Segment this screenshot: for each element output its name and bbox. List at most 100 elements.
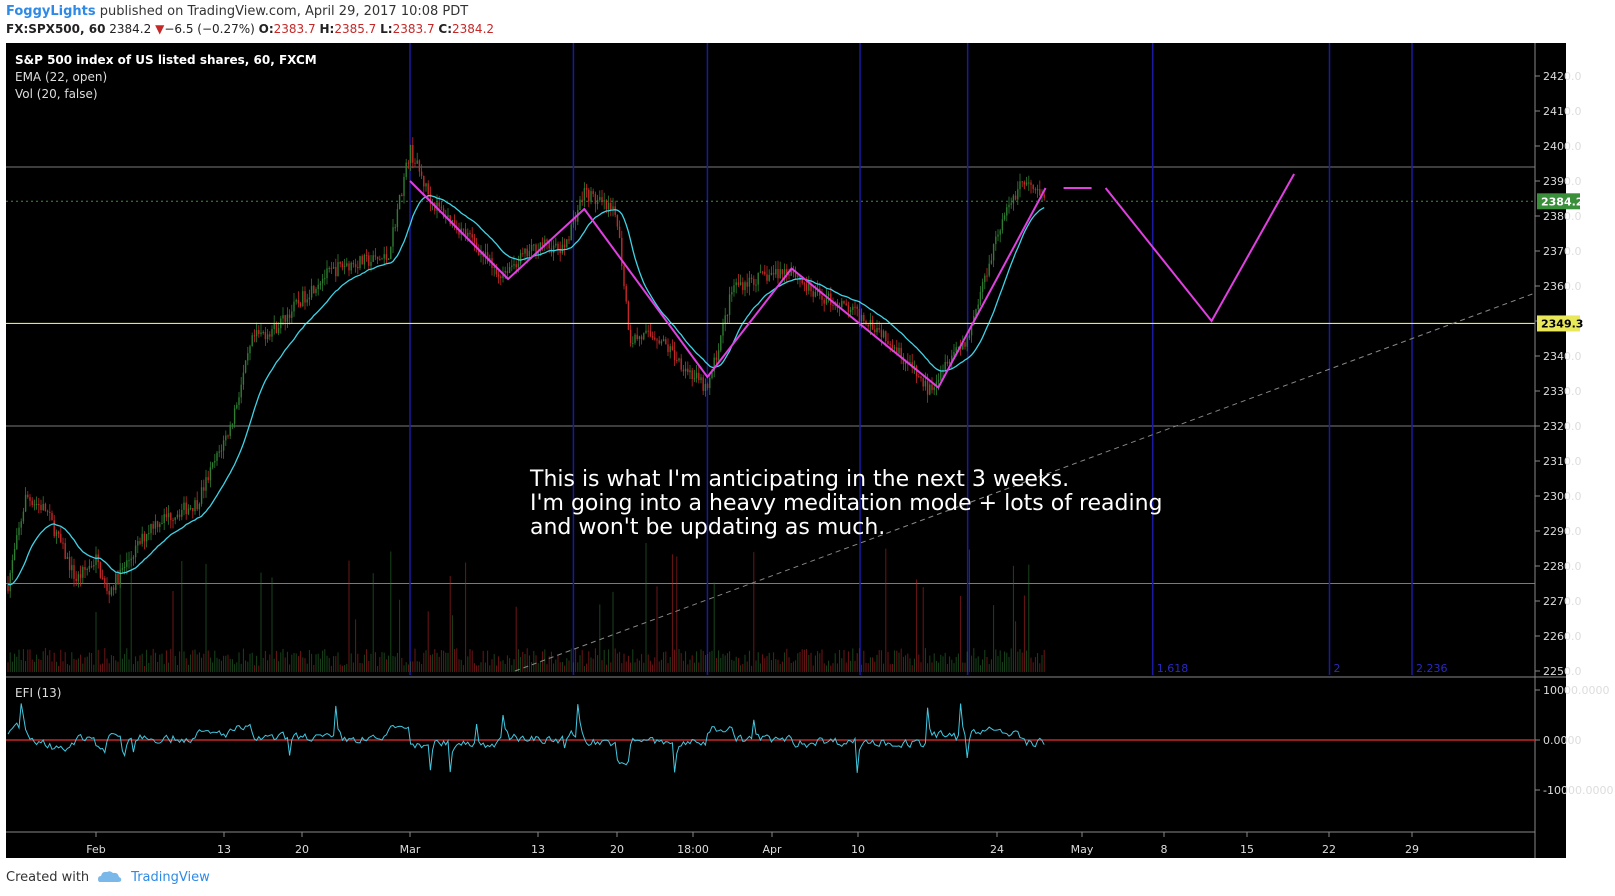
candle-body xyxy=(240,384,242,398)
candle-body xyxy=(667,344,669,353)
candle-body xyxy=(313,285,315,294)
candle-body xyxy=(929,384,931,395)
candle-body xyxy=(823,299,825,304)
candle-body xyxy=(742,282,744,291)
candle-body xyxy=(18,527,20,536)
time-tick-label: 18:00 xyxy=(677,843,709,856)
candle-body xyxy=(876,328,878,333)
candle-body xyxy=(519,253,522,264)
candle-body xyxy=(145,533,148,542)
price-tick-label: 2420.0 xyxy=(1543,70,1582,83)
efi-legend[interactable]: EFI (13) xyxy=(15,686,61,700)
chart-canvas[interactable]: 1.618 2 2.236 2420.0 2410.0 2400.0 2390.0 2380… xyxy=(0,0,1615,896)
candle-body xyxy=(73,565,75,579)
candle-body xyxy=(599,197,601,200)
candle-body xyxy=(500,276,502,279)
tradingview-link[interactable]: TradingView xyxy=(131,870,210,885)
candle-body xyxy=(53,520,55,537)
candle-body xyxy=(403,176,405,197)
candle-body xyxy=(682,369,685,372)
candle-body xyxy=(71,565,73,571)
candle-body xyxy=(788,273,790,276)
candle-body xyxy=(728,294,731,315)
candle-body xyxy=(119,569,121,585)
candle-body xyxy=(508,267,511,274)
candle-body xyxy=(108,590,110,595)
candle-body xyxy=(266,334,269,340)
candle-body xyxy=(150,523,152,534)
candle-body xyxy=(986,275,988,277)
candle-body xyxy=(671,346,674,351)
candle-body xyxy=(288,314,291,318)
candle-body xyxy=(841,301,843,308)
candle-body xyxy=(315,289,317,294)
candle-body xyxy=(167,513,170,518)
candle-body xyxy=(156,521,159,528)
candle-body xyxy=(645,330,647,333)
candle-body xyxy=(401,194,403,197)
candle-body xyxy=(425,183,427,187)
annotation-line-3: and won't be updating as much. xyxy=(530,515,885,540)
candle-body xyxy=(29,497,31,501)
candle-body xyxy=(843,301,845,304)
candle-body xyxy=(420,171,423,176)
candle-body xyxy=(225,435,227,441)
candle-body xyxy=(772,272,775,275)
candle-body xyxy=(981,282,984,292)
candle-body xyxy=(722,323,724,336)
candle-body xyxy=(731,292,733,295)
candle-body xyxy=(247,353,249,361)
candle-body xyxy=(990,260,993,264)
candle-body xyxy=(1017,189,1019,200)
candle-body xyxy=(999,230,1001,235)
candle-body xyxy=(689,370,691,373)
candle-body xyxy=(236,404,238,409)
price-tick-label: 2270.0 xyxy=(1543,595,1582,608)
candle-body xyxy=(385,254,388,260)
vol-legend[interactable]: Vol (20, false) xyxy=(15,87,98,101)
candle-body xyxy=(343,265,346,268)
candle-body xyxy=(394,227,396,229)
candle-body xyxy=(196,500,198,510)
candle-body xyxy=(440,206,443,209)
price-tick-label: 2300.0 xyxy=(1543,490,1582,503)
candle-body xyxy=(123,566,126,569)
created-with-text: Created with xyxy=(6,869,90,885)
candle-body xyxy=(557,243,559,250)
candle-body xyxy=(93,565,95,567)
candle-body xyxy=(392,227,394,247)
candle-body xyxy=(75,578,77,582)
candle-body xyxy=(66,556,69,559)
candle-body xyxy=(275,323,278,334)
candle-body xyxy=(299,303,302,307)
candle-body xyxy=(882,331,885,338)
candle-body xyxy=(130,558,132,561)
candle-body xyxy=(99,562,102,578)
candle-body xyxy=(27,494,29,498)
candle-body xyxy=(86,568,88,570)
ema-legend[interactable]: EMA (22, open) xyxy=(15,70,107,84)
candle-body xyxy=(181,509,183,517)
candle-body xyxy=(995,236,997,245)
candle-body xyxy=(511,265,513,268)
candle-body xyxy=(42,503,44,510)
candle-body xyxy=(269,334,271,337)
candle-body xyxy=(139,541,141,544)
candle-body xyxy=(352,262,355,265)
candle-body xyxy=(733,285,735,293)
candle-body xyxy=(803,283,806,285)
chart-background xyxy=(6,43,1566,858)
candle-body xyxy=(1006,207,1008,216)
candle-body xyxy=(777,268,779,279)
candle-body xyxy=(497,274,500,277)
candle-body xyxy=(55,531,58,537)
candle-body xyxy=(933,387,935,391)
candle-body xyxy=(614,206,616,215)
candle-body xyxy=(966,337,968,347)
candle-body xyxy=(350,262,352,271)
candle-body xyxy=(764,271,766,275)
candle-body xyxy=(376,256,379,260)
candle-body xyxy=(154,521,157,529)
candle-body xyxy=(183,502,185,510)
candle-body xyxy=(238,397,240,405)
